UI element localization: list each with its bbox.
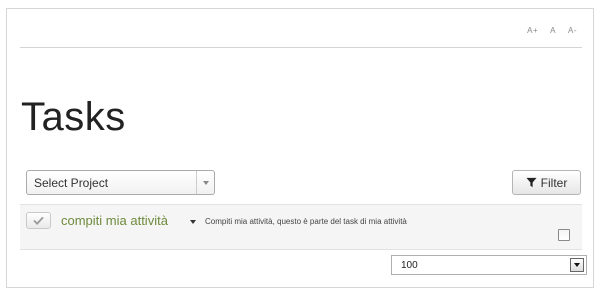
font-size-tools: A+ A A- xyxy=(527,26,577,35)
page-title: Tasks xyxy=(21,95,126,139)
main-panel: A+ A A- Tasks Select Project Filter comp… xyxy=(6,8,594,288)
task-title-link[interactable]: compiti mia attività xyxy=(61,213,168,228)
page-size-arrow[interactable] xyxy=(570,258,584,272)
project-select-arrow[interactable] xyxy=(196,171,214,194)
chevron-down-icon xyxy=(202,180,209,185)
task-row: compiti mia attività Compiti mia attivit… xyxy=(20,204,582,250)
page-size-value: 100 xyxy=(401,259,418,271)
filter-button-label: Filter xyxy=(540,175,568,190)
project-select[interactable]: Select Project xyxy=(26,170,215,195)
filter-button[interactable]: Filter xyxy=(512,170,581,195)
task-dropdown-caret-icon[interactable] xyxy=(190,220,196,224)
font-decrease-button[interactable]: A- xyxy=(568,26,577,35)
header-divider xyxy=(20,47,582,48)
task-description: Compiti mia attività, questo è parte del… xyxy=(205,217,407,226)
chevron-down-icon xyxy=(574,263,580,267)
font-normal-button[interactable]: A xyxy=(550,26,556,35)
project-select-value: Select Project xyxy=(34,175,109,190)
funnel-icon xyxy=(526,177,537,188)
page-size-select[interactable]: 100 xyxy=(391,255,587,275)
font-increase-button[interactable]: A+ xyxy=(527,26,538,35)
task-select-checkbox[interactable] xyxy=(558,229,570,241)
checkmark-icon xyxy=(33,216,44,225)
complete-task-button[interactable] xyxy=(26,212,51,229)
